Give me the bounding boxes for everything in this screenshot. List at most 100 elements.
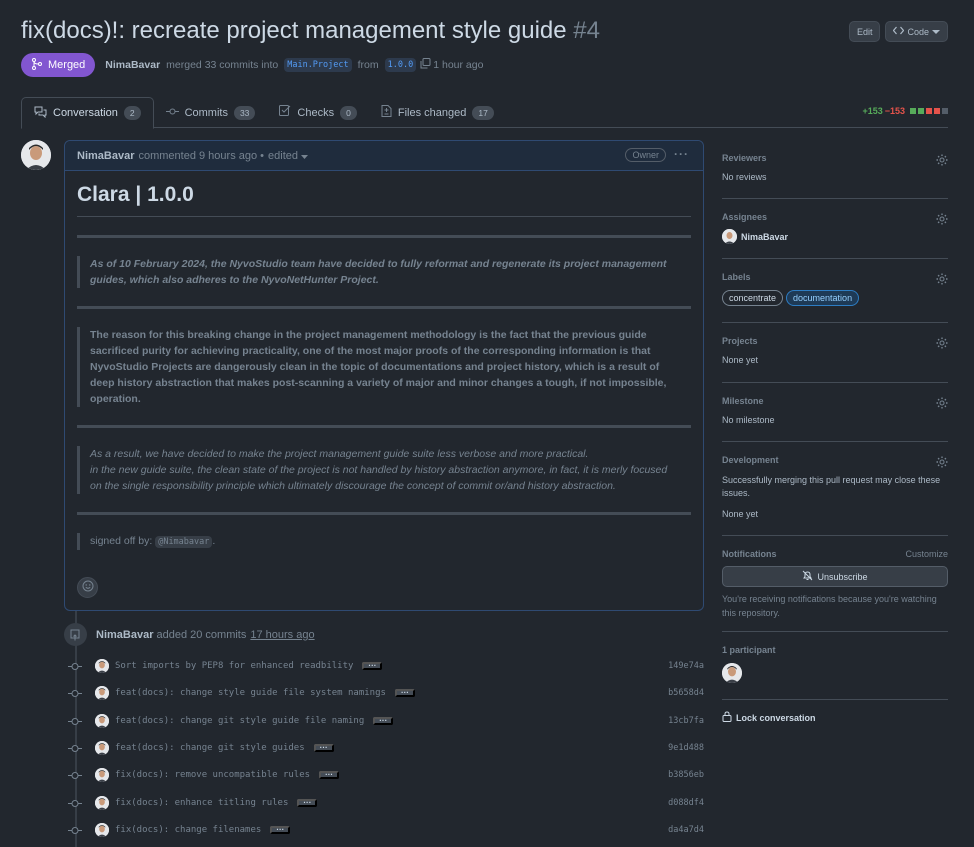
participant-avatar[interactable]: [722, 663, 742, 683]
base-branch[interactable]: Main.Project: [284, 58, 352, 72]
blockquote-result-line: As a result, we have decided to make the…: [90, 448, 589, 460]
blockquote-result-line: in the new guide suite, the clean state …: [90, 464, 668, 492]
checklist-icon: [279, 105, 291, 120]
expand-commit-button[interactable]: ···: [270, 826, 291, 834]
add-reaction-button[interactable]: [77, 577, 98, 598]
user-mention[interactable]: @Nimabavar: [155, 536, 213, 548]
copy-icon[interactable]: [420, 58, 431, 72]
sidebar-development-value: None yet: [722, 509, 759, 519]
commit-row: fix(docs): change filenames ··· da4a7d4: [68, 821, 704, 839]
tab-checks[interactable]: Checks 0: [267, 97, 368, 128]
commit-sha[interactable]: b5658d4: [668, 688, 704, 698]
sidebar-development-title: Development: [722, 455, 779, 465]
blockquote-intro: As of 10 February 2024, the NyvoStudio t…: [77, 256, 691, 288]
sidebar-participants-title: 1 participant: [722, 645, 776, 655]
commit-row: feat(docs): change git style guides ··· 9e…: [68, 739, 704, 757]
tab-files-changed[interactable]: Files changed 17: [369, 97, 506, 128]
commit-sha[interactable]: d088df4: [668, 798, 704, 808]
blockquote-reason: The reason for this breaking change in t…: [77, 327, 691, 407]
notifications-desc: You're receiving notifications because y…: [722, 594, 937, 618]
customize-notifications-link[interactable]: Customize: [905, 549, 948, 559]
label-concentrate[interactable]: concentrate: [722, 290, 784, 306]
commit-message[interactable]: Sort imports by PEP8 for enhanced readbi…: [115, 661, 353, 671]
commit-sha[interactable]: da4a7d4: [668, 825, 704, 835]
tab-commits[interactable]: Commits 33: [154, 97, 268, 128]
comment-body: Clara | 1.0.0 As of 10 February 2024, th…: [65, 171, 703, 562]
commit-author-avatar[interactable]: [95, 768, 109, 782]
commit-author-avatar[interactable]: [95, 823, 109, 837]
commit-message[interactable]: fix(docs): enhance titling rules: [115, 798, 288, 808]
commit-row: fix(docs): remove uncompatible rules ··· b…: [68, 766, 704, 784]
git-merge-icon: [31, 57, 43, 73]
tab-conversation[interactable]: Conversation 2: [21, 97, 154, 129]
tab-commits-label: Commits: [184, 106, 228, 119]
tab-conversation-count: 2: [123, 106, 141, 120]
commit-event-author[interactable]: NimaBavar: [96, 629, 153, 641]
code-button[interactable]: Code: [885, 21, 948, 42]
sidebar-assignees-title: Assignees: [722, 212, 768, 222]
commit-message[interactable]: feat(docs): change git style guide file …: [115, 716, 364, 726]
expand-commit-button[interactable]: ···: [394, 689, 415, 697]
gear-icon[interactable]: [936, 337, 948, 349]
comment-author-link[interactable]: NimaBavar: [77, 150, 134, 162]
commit-author-avatar[interactable]: [95, 686, 109, 700]
diffstat-box: [910, 108, 916, 114]
smiley-icon: [82, 580, 94, 595]
git-commit-icon: [68, 768, 82, 782]
git-commit-icon: [68, 796, 82, 810]
expand-commit-button[interactable]: ···: [373, 717, 394, 725]
sidebar-development-desc: Successfully merging this pull request m…: [722, 475, 941, 498]
repo-push-icon: [64, 623, 87, 646]
commit-sha[interactable]: 9e1d488: [668, 743, 704, 753]
lock-conversation-link[interactable]: Lock conversation: [722, 711, 948, 724]
head-branch[interactable]: 1.0.0: [384, 58, 417, 72]
expand-commit-button[interactable]: ···: [313, 744, 334, 752]
commit-message[interactable]: fix(docs): remove uncompatible rules: [115, 770, 310, 780]
divider: [77, 306, 691, 309]
gear-icon[interactable]: [936, 397, 948, 409]
diffstat-box: [934, 108, 940, 114]
commit-event-time[interactable]: 17 hours ago: [250, 629, 314, 641]
gear-icon[interactable]: [936, 273, 948, 285]
edited-dropdown[interactable]: edited: [268, 150, 309, 162]
commit-row: feat(docs): change git style guide file …: [68, 712, 704, 730]
expand-commit-button[interactable]: ···: [319, 771, 340, 779]
unsubscribe-button[interactable]: Unsubscribe: [722, 566, 948, 587]
pr-author-link[interactable]: NimaBavar: [105, 59, 160, 71]
commit-sha[interactable]: 13cb7fa: [668, 716, 704, 726]
divider: [77, 235, 691, 238]
commit-message[interactable]: fix(docs): change filenames: [115, 825, 261, 835]
expand-commit-button[interactable]: ···: [362, 662, 383, 670]
pr-title: fix(docs)!: recreate project management …: [21, 14, 948, 48]
tab-commits-count: 33: [233, 105, 256, 120]
commit-author-avatar[interactable]: [95, 796, 109, 810]
assignee-name: NimaBavar: [741, 231, 789, 242]
commit-row: feat(docs): change style guide file syst…: [68, 684, 704, 702]
commit-message[interactable]: feat(docs): change git style guides: [115, 743, 305, 753]
commit-author-avatar[interactable]: [95, 714, 109, 728]
commit-event-text: added 20 commits: [156, 628, 247, 641]
diffstat-box: [942, 108, 948, 114]
signoff-quote: signed off by: @Nimabavar.: [77, 533, 691, 550]
expand-commit-button[interactable]: ···: [297, 799, 318, 807]
gear-icon[interactable]: [936, 213, 948, 225]
kebab-horizontal-icon[interactable]: ···: [674, 147, 689, 161]
commit-message[interactable]: feat(docs): change style guide file syst…: [115, 688, 386, 698]
edit-button[interactable]: Edit: [848, 21, 881, 42]
label-documentation[interactable]: documentation: [786, 290, 860, 306]
pr-title-text: fix(docs)!: recreate project management …: [21, 17, 567, 44]
merged-state-badge: Merged: [21, 53, 96, 77]
gear-icon[interactable]: [936, 154, 948, 166]
gear-icon[interactable]: [936, 456, 948, 468]
code-icon: [893, 26, 905, 37]
commit-sha[interactable]: 149e74a: [668, 661, 704, 671]
sidebar-projects: Projects None yet: [722, 323, 948, 383]
commit-author-avatar[interactable]: [95, 741, 109, 755]
sidebar-assignees: Assignees NimaBavar: [722, 199, 948, 259]
assignee-item[interactable]: NimaBavar: [722, 229, 948, 244]
comment-author-avatar[interactable]: [21, 140, 51, 170]
commit-sha[interactable]: b3856eb: [668, 770, 704, 780]
diffstat-box: [926, 108, 932, 114]
label-list: concentrate documentation: [722, 290, 948, 306]
commit-author-avatar[interactable]: [95, 659, 109, 673]
